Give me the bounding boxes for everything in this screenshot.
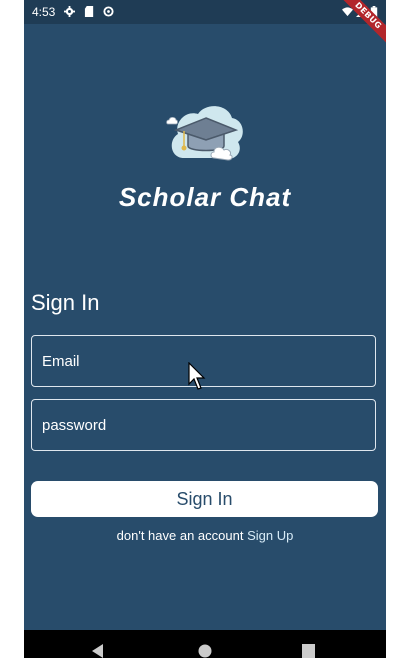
data-saver-icon	[103, 6, 114, 17]
sign-up-link[interactable]: Sign Up	[247, 528, 293, 543]
gear-icon	[64, 6, 75, 17]
graduation-cap-cloud-icon	[166, 106, 243, 161]
status-time: 4:53	[32, 5, 56, 19]
app-title: Scholar Chat	[118, 182, 292, 212]
home-icon[interactable]	[198, 644, 212, 658]
recents-icon[interactable]	[302, 644, 315, 658]
mouse-cursor-icon	[188, 362, 206, 390]
password-field[interactable]	[32, 400, 375, 450]
signup-row: don't have an account Sign Up	[24, 528, 386, 543]
back-icon[interactable]	[92, 644, 104, 658]
sd-card-icon	[84, 6, 94, 17]
app-screen: 4:53 DEBUG Scholar Chat Sign In Email Si…	[24, 0, 386, 658]
navigation-bar	[24, 630, 386, 658]
sign-in-heading: Sign In	[31, 290, 100, 315]
sign-in-button[interactable]: Sign In	[31, 481, 378, 517]
password-field-container	[31, 399, 376, 451]
status-bar: 4:53	[24, 0, 386, 24]
signup-prompt: don't have an account	[116, 528, 244, 543]
